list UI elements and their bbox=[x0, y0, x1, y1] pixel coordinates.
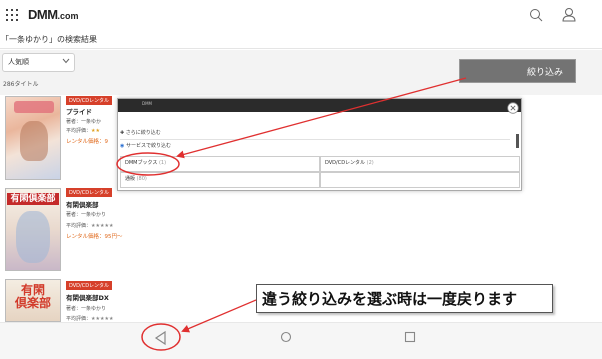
option-empty-cell bbox=[320, 172, 520, 188]
recent-square-icon[interactable] bbox=[404, 331, 416, 343]
more-filters-row[interactable]: ✚ さらに絞り込む bbox=[120, 129, 161, 136]
category-badge: DVD/CDレンタル bbox=[66, 281, 113, 290]
option-count: (2) bbox=[366, 160, 374, 166]
rating-label: 平均評価： bbox=[66, 223, 92, 229]
option-dmm-books[interactable]: DMMブックス (1) bbox=[120, 156, 320, 172]
book-cover-pride[interactable] bbox=[5, 96, 61, 180]
home-circle-icon[interactable] bbox=[280, 331, 292, 343]
option-label: 通販 bbox=[125, 176, 136, 182]
logo-text: DMM bbox=[28, 7, 58, 22]
chevron-down-icon bbox=[62, 58, 70, 64]
dmm-logo[interactable]: DMM.com bbox=[28, 7, 79, 22]
rating-stars: ★★★★★ bbox=[91, 223, 114, 229]
product-price: レンタル価格：9 bbox=[66, 139, 108, 145]
search-results-title: 「一条ゆかり」の検索結果 bbox=[1, 35, 97, 44]
product-title[interactable]: 有閑倶楽部DX bbox=[66, 292, 109, 302]
system-nav-bar bbox=[0, 322, 602, 359]
sort-dropdown-value: 人気順 bbox=[8, 58, 29, 66]
product-title[interactable]: 有閑倶楽部 bbox=[66, 199, 99, 209]
app-header bbox=[0, 0, 602, 30]
cover-title-art: 有閑倶楽部 bbox=[7, 193, 59, 205]
dialog-divider bbox=[120, 139, 510, 140]
result-count: 286タイトル bbox=[3, 81, 39, 88]
back-triangle-icon[interactable] bbox=[148, 325, 174, 351]
product-author: 著者：一条ゆか bbox=[66, 119, 102, 125]
option-label: DVD/CDレンタル bbox=[325, 160, 366, 166]
category-badge: DVD/CDレンタル bbox=[66, 96, 113, 105]
option-label: DMMブックス bbox=[125, 160, 158, 166]
dialog-header bbox=[118, 99, 521, 112]
product-rating: 平均評価：★★ bbox=[66, 127, 100, 134]
option-count: (80) bbox=[136, 176, 147, 182]
search-icon[interactable] bbox=[529, 8, 543, 22]
logo-suffix: .com bbox=[57, 11, 79, 21]
product-rating: 平均評価：★★★★★ bbox=[66, 222, 113, 229]
dialog-scrollbar[interactable] bbox=[516, 134, 519, 148]
dialog-header-logo: DMM bbox=[142, 101, 152, 106]
filter-button[interactable]: 絞り込み bbox=[459, 59, 576, 83]
product-author: 著者：一条ゆかり bbox=[66, 306, 107, 312]
option-dvd-cd-rental[interactable]: DVD/CDレンタル (2) bbox=[320, 156, 520, 172]
category-badge: DVD/CDレンタル bbox=[66, 188, 113, 197]
product-rating: 平均評価：★★★★★ bbox=[66, 315, 113, 322]
grid-icon[interactable] bbox=[6, 9, 18, 21]
header-divider bbox=[0, 48, 602, 49]
annotation-callout: 違う絞り込みを選ぶ時は一度戻ります bbox=[256, 284, 553, 313]
user-icon[interactable] bbox=[562, 7, 576, 22]
option-mail-order[interactable]: 通販 (80) bbox=[120, 172, 320, 188]
product-title[interactable]: プライド bbox=[66, 106, 92, 116]
rating-stars: ★★ bbox=[91, 128, 100, 134]
cover-title-art: 有閑倶楽部 bbox=[14, 283, 51, 310]
more-filters-label: さらに絞り込む bbox=[125, 130, 161, 136]
service-filter-label: サービスで絞り込む bbox=[125, 143, 171, 149]
close-icon[interactable] bbox=[507, 102, 519, 114]
option-count: (1) bbox=[158, 160, 167, 166]
service-filter-row[interactable]: ◉ サービスで絞り込む bbox=[120, 142, 171, 149]
book-cover-yukan-club[interactable]: 有閑倶楽部 bbox=[5, 188, 61, 271]
rating-label: 平均評価： bbox=[66, 128, 92, 134]
product-author: 著者：一条ゆかり bbox=[66, 212, 107, 218]
product-price: レンタル価格：95円～ bbox=[66, 234, 123, 240]
book-cover-yukan-club-dx[interactable]: 有閑 倶楽部 bbox=[5, 279, 61, 322]
